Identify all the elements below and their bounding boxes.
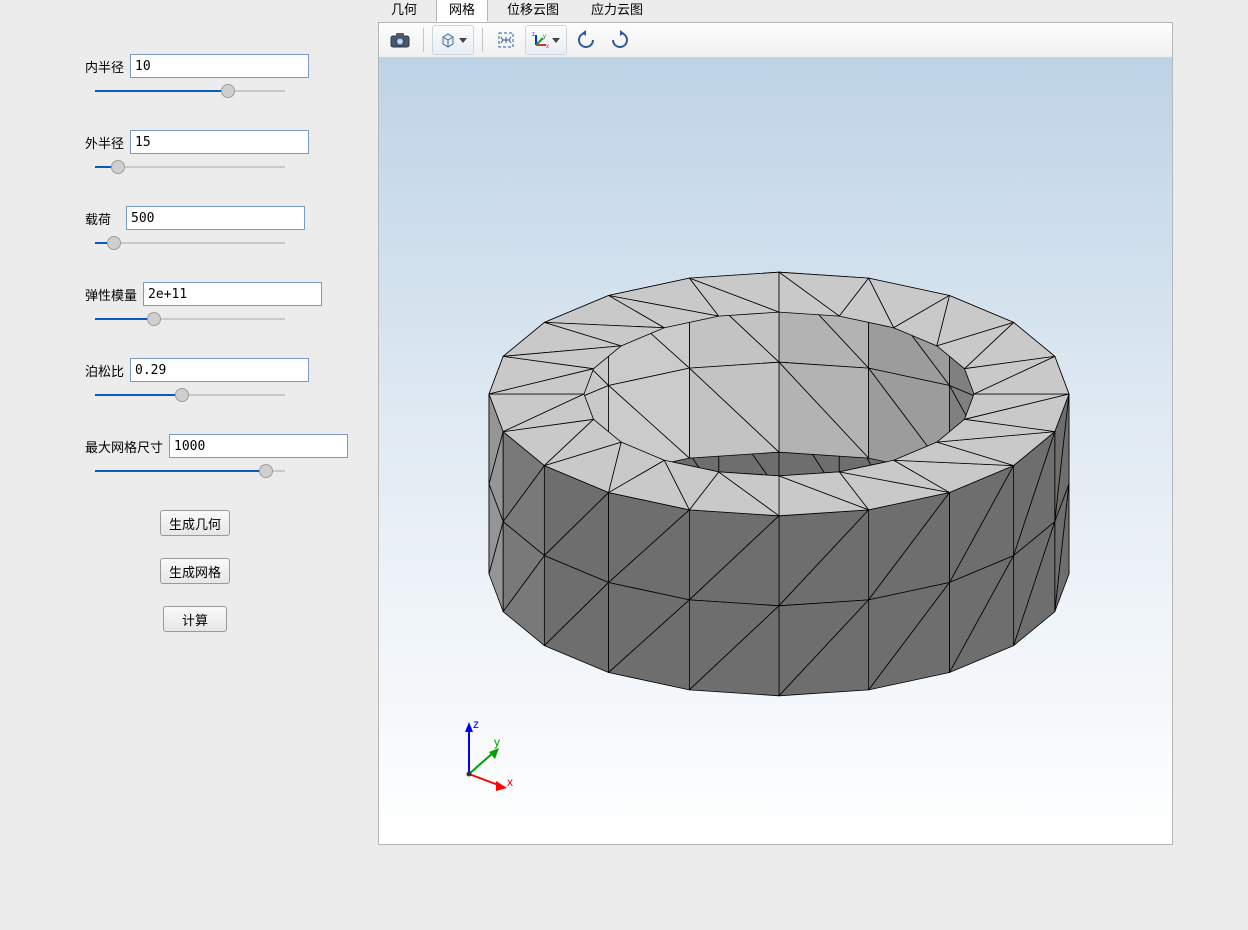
- generate-geometry-button[interactable]: 生成几何: [160, 510, 230, 536]
- load-label: 载荷: [85, 209, 120, 228]
- rotate-ccw-button[interactable]: [571, 25, 601, 55]
- viewer-frame: x z y: [378, 22, 1173, 845]
- generate-mesh-button[interactable]: 生成网格: [160, 558, 230, 584]
- slider-thumb[interactable]: [221, 84, 235, 98]
- rotate-cw-icon: [610, 30, 630, 50]
- fit-view-button[interactable]: [491, 25, 521, 55]
- chevron-down-icon: [552, 38, 560, 43]
- tab-displacement[interactable]: 位移云图: [494, 0, 572, 22]
- rotate-ccw-icon: [576, 30, 596, 50]
- param-elastic-modulus: 弹性模量: [85, 282, 305, 326]
- param-outer-radius: 外半径: [85, 130, 305, 174]
- rotate-cw-button[interactable]: [605, 25, 635, 55]
- elastic-modulus-label: 弹性模量: [85, 285, 137, 304]
- fit-view-icon: [497, 31, 515, 49]
- inner-radius-slider[interactable]: [95, 84, 285, 98]
- param-poisson-ratio: 泊松比: [85, 358, 305, 402]
- elastic-modulus-input[interactable]: [143, 282, 322, 306]
- view-tabs: 几何 网格 位移云图 应力云图: [378, 0, 662, 22]
- inner-radius-label: 内半径: [85, 57, 124, 76]
- camera-snapshot-button[interactable]: [385, 25, 415, 55]
- param-max-mesh: 最大网格尺寸: [85, 434, 305, 478]
- cube-projection-icon: [439, 31, 457, 49]
- load-input[interactable]: [126, 206, 305, 230]
- slider-thumb[interactable]: [259, 464, 273, 478]
- inner-radius-input[interactable]: [130, 54, 309, 78]
- slider-thumb[interactable]: [107, 236, 121, 250]
- param-inner-radius: 内半径: [85, 54, 305, 98]
- parameter-panel: 内半径 外半径 载荷: [85, 54, 305, 632]
- slider-thumb[interactable]: [175, 388, 189, 402]
- outer-radius-slider[interactable]: [95, 160, 285, 174]
- svg-text:x: x: [546, 44, 549, 49]
- outer-radius-label: 外半径: [85, 133, 124, 152]
- slider-thumb[interactable]: [111, 160, 125, 174]
- tab-geometry[interactable]: 几何: [378, 0, 430, 22]
- poisson-slider[interactable]: [95, 388, 285, 402]
- load-slider[interactable]: [95, 236, 285, 250]
- tab-mesh[interactable]: 网格: [436, 0, 488, 22]
- max-mesh-label: 最大网格尺寸: [85, 437, 163, 456]
- elastic-modulus-slider[interactable]: [95, 312, 285, 326]
- mesh-rendering: [379, 58, 1172, 844]
- chevron-down-icon: [459, 38, 467, 43]
- param-load: 载荷: [85, 206, 305, 250]
- viewport-3d[interactable]: z y x: [379, 58, 1172, 844]
- svg-text:y: y: [543, 34, 546, 40]
- camera-icon: [390, 32, 410, 48]
- viewer-toolbar: x z y: [379, 23, 1172, 58]
- svg-text:z: z: [532, 32, 535, 38]
- projection-mode-button[interactable]: [432, 25, 474, 55]
- compute-button[interactable]: 计算: [163, 606, 227, 632]
- axes-orientation-button[interactable]: x z y: [525, 25, 567, 55]
- max-mesh-slider[interactable]: [95, 464, 285, 478]
- poisson-label: 泊松比: [85, 361, 124, 380]
- max-mesh-input[interactable]: [169, 434, 348, 458]
- tab-stress[interactable]: 应力云图: [578, 0, 656, 22]
- poisson-input[interactable]: [130, 358, 309, 382]
- axes-orientation-icon: x z y: [532, 31, 550, 49]
- outer-radius-input[interactable]: [130, 130, 309, 154]
- slider-thumb[interactable]: [147, 312, 161, 326]
